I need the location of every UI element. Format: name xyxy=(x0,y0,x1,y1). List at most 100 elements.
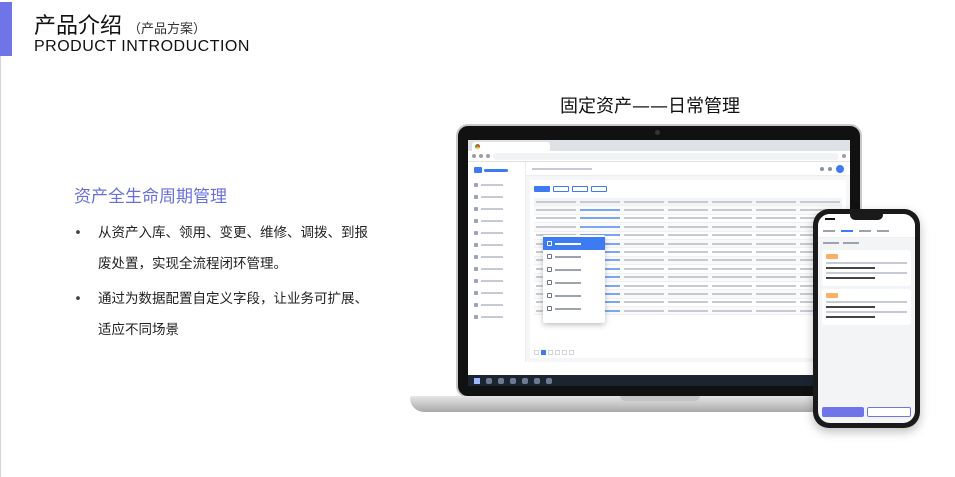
sidebar-item[interactable] xyxy=(474,228,519,237)
breadcrumb xyxy=(532,167,592,170)
popup-menu-item[interactable] xyxy=(543,263,605,276)
edit-button[interactable] xyxy=(553,186,569,192)
phone-screen xyxy=(818,214,915,423)
sidebar-item[interactable] xyxy=(474,252,519,261)
document-icon xyxy=(547,280,552,285)
popup-menu-item[interactable] xyxy=(543,302,605,315)
asset-app xyxy=(468,162,850,362)
back-icon[interactable] xyxy=(472,154,476,158)
phone-filter-bar xyxy=(818,238,915,247)
list-icon xyxy=(474,254,478,259)
phone-secondary-button[interactable] xyxy=(867,407,911,417)
browser-tab[interactable] xyxy=(472,142,550,151)
app-icon[interactable] xyxy=(498,377,504,384)
refresh-icon xyxy=(547,254,552,259)
menu-icon[interactable] xyxy=(842,154,846,158)
table-header-row xyxy=(534,198,842,207)
phone-tab[interactable] xyxy=(877,229,889,232)
home-icon xyxy=(474,182,478,187)
phone-tab[interactable] xyxy=(841,229,853,232)
app-icon[interactable] xyxy=(546,377,552,384)
page-subtitle: （产品方案） xyxy=(128,22,207,37)
forward-icon[interactable] xyxy=(479,154,483,158)
camera-icon xyxy=(655,130,660,135)
laptop-screen xyxy=(468,140,850,386)
phone-tab-bar xyxy=(818,224,915,238)
reload-icon[interactable] xyxy=(486,154,490,158)
phone-tab[interactable] xyxy=(859,229,871,232)
phone-mockup xyxy=(813,209,920,428)
table-row[interactable] xyxy=(534,223,842,232)
popup-menu-item[interactable] xyxy=(543,237,605,250)
user-icon xyxy=(474,302,478,307)
search-icon[interactable] xyxy=(486,377,492,384)
filter-dropdown[interactable] xyxy=(823,241,839,244)
sidebar-item[interactable] xyxy=(474,192,519,201)
chart-icon xyxy=(474,278,478,283)
avatar[interactable] xyxy=(836,164,844,173)
phone-record-card[interactable] xyxy=(822,289,911,325)
showcase-title: 固定资产——日常管理 xyxy=(560,96,740,117)
page-button[interactable] xyxy=(555,350,560,355)
import-button[interactable] xyxy=(572,186,588,192)
page-title-text: 产品介绍 xyxy=(34,14,123,39)
filter-dropdown[interactable] xyxy=(843,241,859,244)
list-icon xyxy=(474,218,478,223)
status-badge xyxy=(826,293,838,298)
feature-bullet: 通过为数据配置自定义字段，让业务可扩展、适应不同场景 xyxy=(74,284,374,346)
popup-menu-item[interactable] xyxy=(543,276,605,289)
laptop-mockup xyxy=(456,124,862,398)
app-icon[interactable] xyxy=(522,377,528,384)
page-button[interactable] xyxy=(548,350,553,355)
browser-tab-strip xyxy=(468,140,850,151)
phone-action-bar xyxy=(822,407,911,417)
popup-menu-item[interactable] xyxy=(543,289,605,302)
address-bar[interactable] xyxy=(493,152,839,160)
status-badge xyxy=(826,254,838,259)
sidebar-item[interactable] xyxy=(474,288,519,297)
page-button[interactable] xyxy=(541,350,546,355)
asset-icon xyxy=(474,194,478,199)
page-button[interactable] xyxy=(562,350,567,355)
header-accent-bar xyxy=(0,2,12,56)
feature-bullet-list: 从资产入库、领用、变更、维修、调拨、到报废处置，实现全流程闭环管理。 通过为数据… xyxy=(74,218,374,350)
prev-page-button[interactable] xyxy=(534,350,539,355)
sidebar-item[interactable] xyxy=(474,240,519,249)
phone-notch xyxy=(850,214,883,220)
bell-icon[interactable] xyxy=(820,166,824,171)
sidebar-item[interactable] xyxy=(474,312,519,321)
phone-primary-button[interactable] xyxy=(822,407,864,417)
sidebar-item[interactable] xyxy=(474,264,519,273)
start-icon[interactable] xyxy=(474,377,480,384)
table-toolbar xyxy=(530,184,846,194)
pagination xyxy=(534,350,574,355)
chrome-icon xyxy=(475,144,480,149)
sidebar-item[interactable] xyxy=(474,204,519,213)
add-button[interactable] xyxy=(534,186,550,192)
popup-menu-item[interactable] xyxy=(543,250,605,263)
feature-bullet: 从资产入库、领用、变更、维修、调拨、到报废处置，实现全流程闭环管理。 xyxy=(74,218,374,280)
feature-title: 资产全生命周期管理 xyxy=(74,187,227,207)
sidebar-item[interactable] xyxy=(474,300,519,309)
app-topbar xyxy=(526,162,850,176)
table-row[interactable] xyxy=(534,206,842,215)
sidebar-item[interactable] xyxy=(474,216,519,225)
browser-toolbar xyxy=(468,151,850,162)
sidebar-item[interactable] xyxy=(474,276,519,285)
os-taskbar xyxy=(468,375,850,386)
action-popup-menu xyxy=(543,235,605,323)
checkbox-icon xyxy=(547,241,552,246)
list-icon xyxy=(474,230,478,235)
help-icon[interactable] xyxy=(828,166,832,171)
next-page-button[interactable] xyxy=(569,350,574,355)
list-icon xyxy=(474,242,478,247)
sidebar-item[interactable] xyxy=(474,180,519,189)
table-row[interactable] xyxy=(534,215,842,224)
phone-record-card[interactable] xyxy=(822,250,911,286)
export-button[interactable] xyxy=(591,186,607,192)
app-icon[interactable] xyxy=(510,377,516,384)
list-icon xyxy=(474,266,478,271)
gear-icon xyxy=(474,290,478,295)
phone-tab[interactable] xyxy=(823,229,835,232)
app-icon[interactable] xyxy=(534,377,540,384)
